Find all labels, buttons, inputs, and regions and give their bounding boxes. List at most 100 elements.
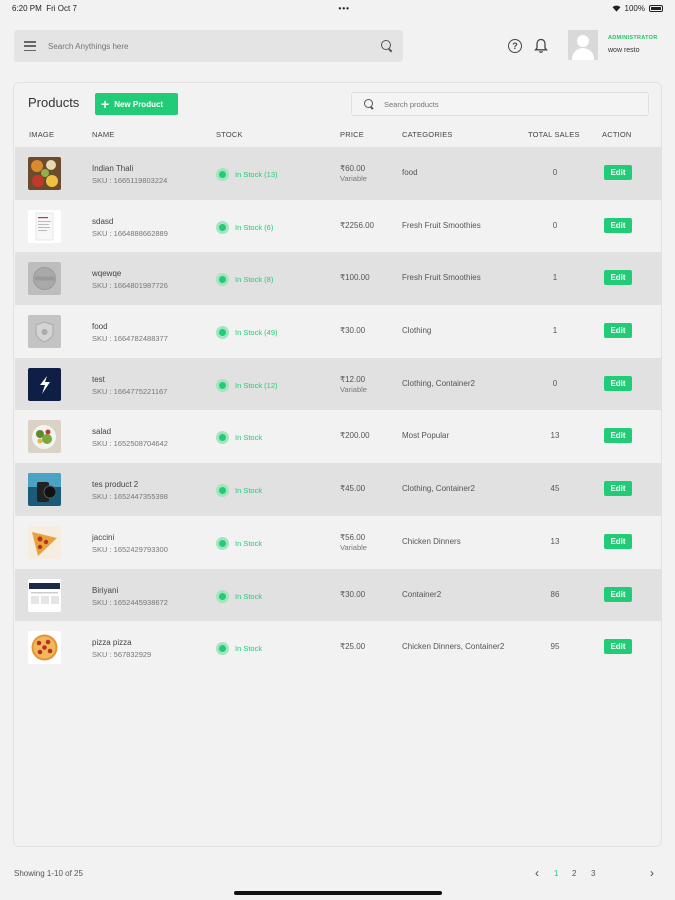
stock-status: In Stock xyxy=(216,536,263,550)
product-total-sales: 1 xyxy=(552,326,558,336)
product-total-sales: 0 xyxy=(552,168,558,177)
page-1-link[interactable]: 1 xyxy=(554,869,558,878)
new-product-button[interactable]: + New Product xyxy=(95,93,178,115)
next-page-icon[interactable]: › xyxy=(650,866,654,880)
product-search-input[interactable] xyxy=(384,99,624,109)
product-name: sdasd xyxy=(92,216,114,226)
product-name: jaccini xyxy=(92,532,115,542)
table-row[interactable]: tes product 2 SKU : 1652447355398 In Stock… xyxy=(15,463,662,516)
product-total-sales: 13 xyxy=(550,431,560,441)
search-icon[interactable] xyxy=(381,40,393,52)
global-search-input[interactable] xyxy=(48,41,381,51)
product-image xyxy=(28,157,61,190)
edit-button[interactable]: Edit xyxy=(604,481,632,497)
stock-indicator-icon xyxy=(216,168,229,181)
stock-status: In Stock xyxy=(216,642,263,656)
stock-label: In Stock (8) xyxy=(235,275,274,285)
stock-label: In Stock xyxy=(235,538,263,548)
product-name: tes product 2 xyxy=(92,480,139,490)
product-image xyxy=(28,473,61,507)
stock-status: In Stock (12) xyxy=(216,378,278,392)
price-type: Variable xyxy=(340,384,367,394)
product-image xyxy=(28,525,61,559)
edit-button[interactable]: Edit xyxy=(604,375,632,391)
table-row[interactable]: test SKU : 1664775221167 In Stock (12) ₹12.… xyxy=(15,357,662,411)
products-card: Products + New Product IMAGE NAME STOCK … xyxy=(13,82,662,847)
status-date: Fri Oct 7 xyxy=(46,3,77,13)
product-image xyxy=(28,631,61,665)
product-name: salad xyxy=(92,427,112,437)
product-sku: SKU : 1664888662889 xyxy=(92,228,168,238)
page-3-link[interactable]: 3 xyxy=(591,869,595,878)
user-role: ADMINISTRATOR xyxy=(608,35,658,41)
status-right: 100% xyxy=(612,4,663,13)
product-name: wqewqe xyxy=(92,269,122,279)
product-categories: Fresh Fruit Smoothies xyxy=(402,220,481,230)
stock-status: In Stock xyxy=(216,589,262,603)
table-row[interactable]: Indian Thali SKU : 1665119803224 In Stock … xyxy=(15,147,662,200)
edit-button[interactable]: Edit xyxy=(604,639,632,655)
help-icon[interactable]: ? xyxy=(508,39,522,53)
table-row[interactable]: food SKU : 1664782488377 In Stock (49) ₹30.… xyxy=(15,305,662,358)
edit-button[interactable]: Edit xyxy=(604,270,632,286)
product-total-sales: 1 xyxy=(552,273,558,283)
battery-icon xyxy=(648,4,663,12)
product-image xyxy=(28,209,61,243)
product-price: ₹100.00 xyxy=(340,273,370,283)
top-bar: ? ADMINISTRATOR wow resto xyxy=(14,30,661,62)
page-title: Products xyxy=(28,95,80,110)
product-sku: SKU : 1652429793300 xyxy=(92,544,168,554)
product-categories: Chicken Dinners xyxy=(402,536,461,546)
product-image xyxy=(28,367,61,401)
product-categories: food xyxy=(402,168,418,177)
avatar[interactable] xyxy=(568,30,598,60)
products-header: Products + New Product xyxy=(14,92,661,116)
new-product-label: New Product xyxy=(114,99,164,109)
product-price: ₹200.00 xyxy=(340,431,370,441)
stock-label: In Stock xyxy=(235,486,263,496)
price-type: Variable xyxy=(340,174,367,183)
product-categories: Clothing, Container2 xyxy=(402,484,475,494)
stock-status: In Stock (13) xyxy=(216,168,278,181)
stock-indicator-icon xyxy=(216,484,229,498)
plus-icon: + xyxy=(101,96,110,112)
stock-label: In Stock xyxy=(235,644,263,654)
status-time-date: 6:20 PM Fri Oct 7 xyxy=(12,4,77,13)
table-row[interactable]: pizza pizza SKU : 567832929 In Stock ₹25.00… xyxy=(15,621,662,674)
product-name: food xyxy=(92,322,108,332)
stock-indicator-icon xyxy=(216,378,229,392)
product-sku: SKU : 1652447355398 xyxy=(92,492,168,502)
menu-icon[interactable] xyxy=(24,41,36,51)
stock-indicator-icon xyxy=(216,431,229,445)
stock-status: In Stock (8) xyxy=(216,273,274,287)
table-row[interactable]: wqewqe SKU : 1664801987726 In Stock (8) ₹10… xyxy=(15,252,662,306)
stock-indicator-icon xyxy=(216,326,229,340)
product-total-sales: 95 xyxy=(550,642,560,652)
product-search-box[interactable] xyxy=(351,92,649,116)
home-indicator xyxy=(234,891,442,895)
product-sku: SKU : 1664775221167 xyxy=(92,386,168,396)
product-price: ₹2256.00 xyxy=(340,220,375,230)
edit-button[interactable]: Edit xyxy=(604,586,632,602)
table-row[interactable]: sdasd SKU : 1664888662889 In Stock (6) ₹225… xyxy=(15,200,662,253)
table-row[interactable]: jaccini SKU : 1652429793300 In Stock ₹56.00… xyxy=(15,516,662,569)
table-row[interactable]: Biriyani SKU : 1652445938672 In Stock ₹30.0… xyxy=(15,568,662,622)
product-categories: Clothing xyxy=(402,326,432,336)
global-search-bar[interactable] xyxy=(14,30,403,62)
bell-icon[interactable] xyxy=(534,38,548,54)
edit-button[interactable]: Edit xyxy=(604,323,632,339)
product-categories: Most Popular xyxy=(402,431,450,441)
stock-status: In Stock (49) xyxy=(216,326,278,340)
edit-button[interactable]: Edit xyxy=(604,165,632,180)
product-name: test xyxy=(92,374,105,384)
product-sku: SKU : 567832929 xyxy=(92,650,152,660)
edit-button[interactable]: Edit xyxy=(604,428,632,444)
prev-page-icon[interactable]: ‹ xyxy=(535,866,539,880)
table-row[interactable]: salad SKU : 1652508704642 In Stock ₹200.00 M… xyxy=(15,410,662,463)
multitask-dots[interactable]: ••• xyxy=(339,4,350,13)
stock-status: In Stock (6) xyxy=(216,220,273,234)
edit-button[interactable]: Edit xyxy=(604,533,632,549)
edit-button[interactable]: Edit xyxy=(604,217,632,233)
page-2-link[interactable]: 2 xyxy=(572,869,576,878)
product-image xyxy=(28,262,61,296)
